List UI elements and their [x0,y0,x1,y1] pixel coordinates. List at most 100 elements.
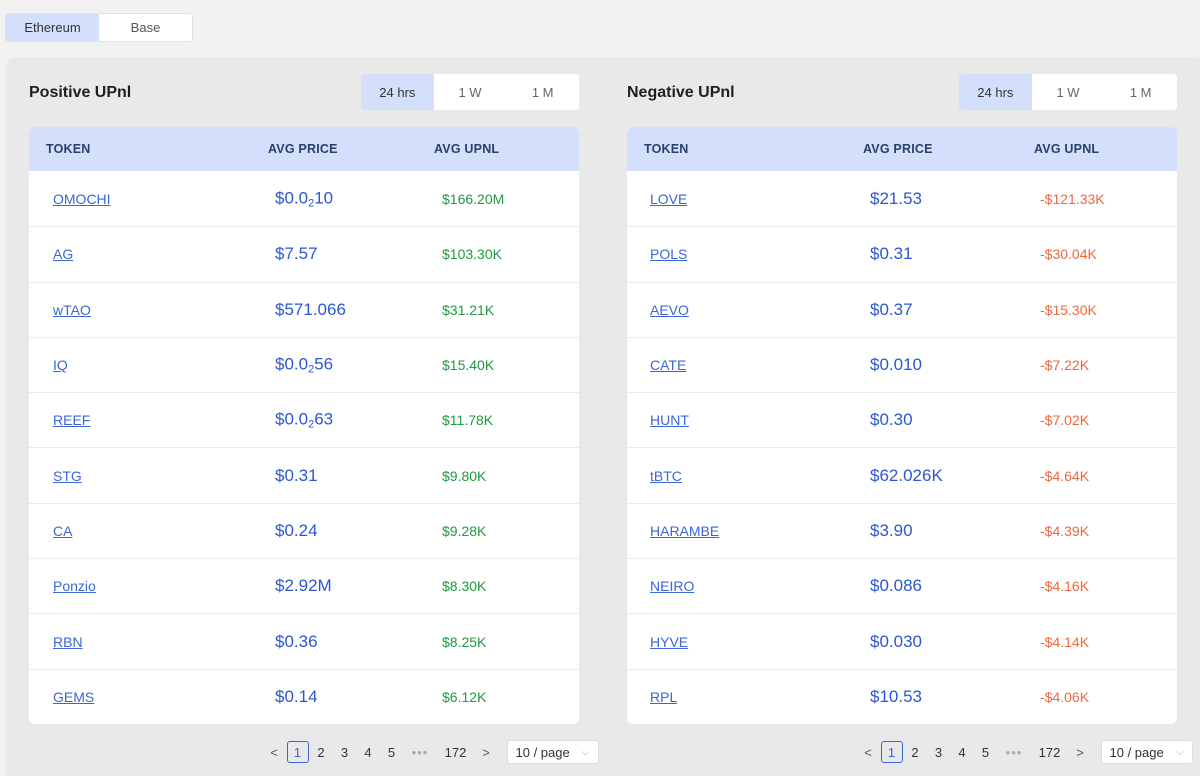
price-main: $0.14 [275,686,318,706]
negative-table: TOKEN AVG PRICE AVG UPNL LOVE $21.53 -$121… [627,127,1177,724]
token-link[interactable]: tBTC [650,468,682,484]
token-link[interactable]: POLS [650,246,687,262]
price-main: $0.31 [870,244,913,264]
avg-upnl: $8.25K [442,633,487,650]
avg-price: $0.0263 [275,410,333,431]
table-row: RBN $0.36 $8.25K [29,613,579,668]
page-4-button[interactable]: 4 [357,741,379,763]
token-link[interactable]: OMOCHI [53,191,111,207]
more-pages-ellipsis[interactable]: ••• [998,741,1030,763]
page-1-button[interactable]: 1 [286,741,309,763]
token-link[interactable]: GEMS [53,689,94,705]
token-link[interactable]: Ponzio [53,578,96,594]
avg-upnl: -$15.30K [1040,301,1097,318]
column-header-avg-upnl: AVG UPNL [434,142,500,156]
avg-price: $0.30 [870,410,913,430]
token-link[interactable]: REEF [53,412,90,428]
token-link[interactable]: HUNT [650,412,689,428]
price-main: $21.53 [870,188,922,208]
avg-upnl: -$7.02K [1040,412,1090,429]
table-row: HARAMBE $3.90 -$4.39K [627,502,1177,558]
period-tabs: 24 hrs 1 W 1 M [361,74,579,110]
last-page-button[interactable]: 172 [1032,741,1068,763]
table-row: OMOCHI $0.0210 $166.20M [29,171,579,226]
token-link[interactable]: STG [53,468,82,484]
avg-upnl: -$4.39K [1040,522,1090,539]
avg-price: $3.90 [870,521,913,541]
column-header-avg-upnl: AVG UPNL [1034,142,1100,156]
page-size-select[interactable]: 10 / page ⌵ [506,740,599,764]
table-body: LOVE $21.53 -$121.33K POLS $0.31 -$30.04K AEVO… [627,171,1177,724]
price-main: $62.026K [870,465,943,485]
page-5-button[interactable]: 5 [975,741,997,763]
avg-price: $21.53 [870,189,922,209]
page-4-button[interactable]: 4 [951,741,973,763]
period-tabs: 24 hrs 1 W 1 M [959,74,1177,110]
price-main: $0.0 [275,409,309,429]
page-size-value: 10 / page [1109,744,1164,760]
table-row: LOVE $21.53 -$121.33K [627,171,1177,226]
price-main: $0.37 [870,299,913,319]
table-row: wTAO $571.066 $31.21K [29,281,579,337]
prev-page-button[interactable]: < [263,741,285,763]
avg-price: $0.24 [275,521,318,541]
token-link[interactable]: CATE [650,357,686,373]
chevron-down-icon: ⌵ [1175,746,1184,758]
page-1-button[interactable]: 1 [880,741,903,763]
avg-upnl: $8.30K [442,578,487,595]
price-main: $0.31 [275,465,318,485]
period-tab-24h[interactable]: 24 hrs [361,74,434,110]
table-row: IQ $0.0256 $15.40K [29,336,579,392]
avg-price: $0.37 [870,300,913,320]
next-page-button[interactable]: > [475,741,497,763]
token-link[interactable]: AG [53,246,73,262]
token-link[interactable]: RBN [53,634,83,650]
table-header: TOKEN AVG PRICE AVG UPNL [627,127,1177,171]
upnl-panels: Positive UPnl 24 hrs 1 W 1 M TOKEN AVG P… [5,57,1200,776]
more-pages-ellipsis[interactable]: ••• [404,741,436,763]
table-header: TOKEN AVG PRICE AVG UPNL [29,127,579,171]
token-link[interactable]: NEIRO [650,578,694,594]
avg-upnl: -$30.04K [1040,246,1097,263]
prev-page-button[interactable]: < [857,741,879,763]
chain-tab-base[interactable]: Base [99,14,192,41]
token-link[interactable]: HYVE [650,634,688,650]
avg-upnl: -$7.22K [1040,357,1090,374]
last-page-button[interactable]: 172 [438,741,474,763]
avg-upnl: $103.30K [442,246,502,263]
next-page-button[interactable]: > [1069,741,1091,763]
chain-switch: Ethereum Base [5,13,193,42]
price-main: $7.57 [275,244,318,264]
token-link[interactable]: LOVE [650,191,687,207]
chain-tab-ethereum[interactable]: Ethereum [6,14,99,41]
pagination: < 1 2 3 4 5 ••• 172 > 10 / page ⌵ [263,740,599,764]
period-tab-1m[interactable]: 1 M [1104,74,1177,110]
avg-upnl: $15.40K [442,357,495,374]
price-main: $10.53 [870,686,922,706]
column-header-token: TOKEN [644,142,689,156]
token-link[interactable]: AEVO [650,302,689,318]
token-link[interactable]: CA [53,523,72,539]
period-tab-1w[interactable]: 1 W [434,74,507,110]
token-link[interactable]: wTAO [53,302,91,318]
price-main: $0.0 [275,354,309,374]
page-size-select[interactable]: 10 / page ⌵ [1100,740,1193,764]
avg-price: $0.0256 [275,355,333,376]
avg-upnl: -$121.33K [1040,190,1105,207]
page-5-button[interactable]: 5 [381,741,403,763]
period-tab-1w[interactable]: 1 W [1032,74,1105,110]
token-link[interactable]: IQ [53,357,68,373]
token-link[interactable]: HARAMBE [650,523,719,539]
page-2-button[interactable]: 2 [904,741,926,763]
page-3-button[interactable]: 3 [928,741,950,763]
token-link[interactable]: RPL [650,689,677,705]
page-2-button[interactable]: 2 [310,741,332,763]
table-row: CATE $0.010 -$7.22K [627,336,1177,392]
page-3-button[interactable]: 3 [334,741,356,763]
period-tab-24h[interactable]: 24 hrs [959,74,1032,110]
avg-upnl: -$4.16K [1040,578,1090,595]
period-tab-1m[interactable]: 1 M [506,74,579,110]
table-row: HYVE $0.030 -$4.14K [627,613,1177,668]
price-main: $2.92M [275,576,332,596]
table-row: NEIRO $0.086 -$4.16K [627,558,1177,613]
